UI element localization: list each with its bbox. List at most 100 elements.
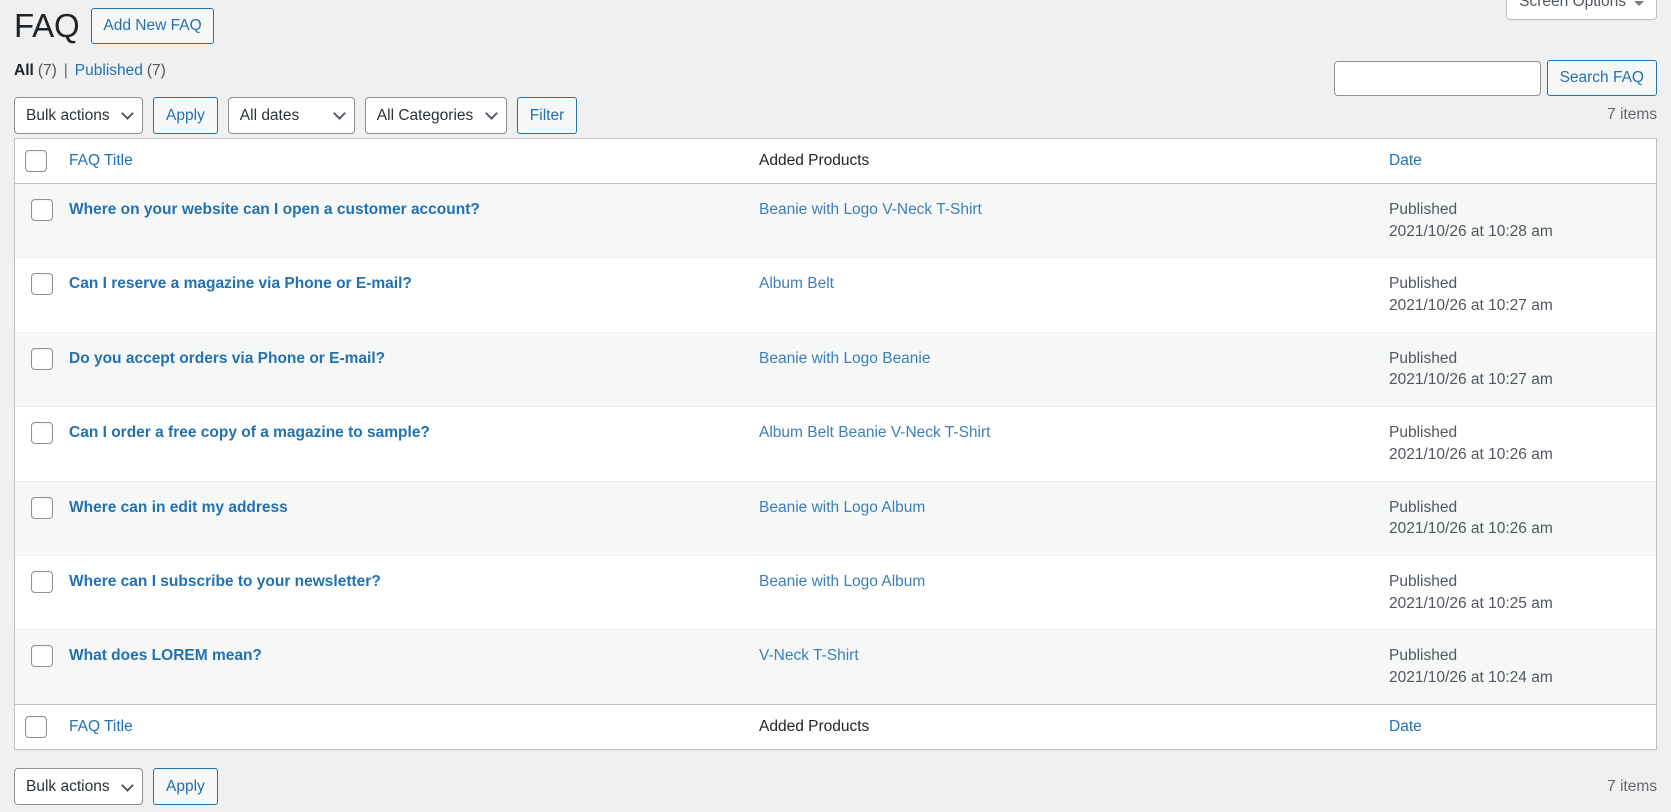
- displaying-num-top: 7 items: [1607, 106, 1657, 123]
- added-products-link[interactable]: Album Belt Beanie V-Neck T-Shirt: [759, 424, 990, 441]
- faq-title-link[interactable]: What does LOREM mean?: [69, 647, 262, 664]
- row-checkbox[interactable]: [31, 570, 53, 593]
- row-timestamp: 2021/10/26 at 10:26 am: [1389, 445, 1553, 463]
- column-header-products-label-top: Added Products: [759, 151, 870, 169]
- apply-button-top[interactable]: Apply: [153, 96, 218, 134]
- row-products-cell: Beanie with Logo Beanie: [749, 331, 1379, 407]
- categories-select-wrap: All Categories: [364, 96, 507, 134]
- search-input[interactable]: [1333, 60, 1541, 96]
- table-foot: FAQ Title Added Products Date: [15, 703, 1656, 749]
- view-published-link[interactable]: Published: [75, 62, 143, 80]
- view-published[interactable]: Published (7): [75, 62, 166, 80]
- screen-options-button[interactable]: Screen Options: [1506, 0, 1657, 20]
- row-checkbox[interactable]: [31, 273, 53, 296]
- row-title-cell: Do you accept orders via Phone or E-mail…: [59, 331, 749, 407]
- row-select-cell: [15, 331, 59, 407]
- faq-title-link[interactable]: Can I reserve a magazine via Phone or E-…: [69, 275, 412, 292]
- row-status: Published: [1389, 572, 1458, 590]
- row-date-cell: Published 2021/10/26 at 10:26 am: [1379, 480, 1656, 555]
- select-all-checkbox-bottom[interactable]: [25, 715, 47, 738]
- row-date-cell: Published 2021/10/26 at 10:24 am: [1379, 629, 1656, 704]
- row-title-cell: Can I reserve a magazine via Phone or E-…: [59, 257, 749, 331]
- chevron-down-icon: [1634, 1, 1644, 6]
- sort-title-link-bottom[interactable]: FAQ Title: [69, 718, 133, 735]
- row-products-cell: Beanie with Logo Album: [749, 480, 1379, 555]
- added-products-link[interactable]: Beanie with Logo Beanie: [759, 350, 931, 367]
- added-products-link[interactable]: V-Neck T-Shirt: [759, 647, 859, 664]
- table-row: Where on your website can I open a custo…: [15, 184, 1656, 258]
- row-date-cell: Published 2021/10/26 at 10:27 am: [1379, 331, 1656, 407]
- table-row: Where can I subscribe to your newsletter…: [15, 554, 1656, 629]
- table-row: Where can in edit my address Beanie with …: [15, 480, 1656, 555]
- column-header-products-bottom: Added Products: [749, 703, 1379, 749]
- row-products-cell: Album Belt: [749, 257, 1379, 331]
- added-products-link[interactable]: Album Belt: [759, 275, 834, 292]
- row-title-cell: What does LOREM mean?: [59, 629, 749, 704]
- column-header-title-top: FAQ Title: [59, 139, 749, 184]
- row-select-cell: [15, 406, 59, 480]
- faq-title-link[interactable]: Where on your website can I open a custo…: [69, 201, 480, 218]
- column-header-date-top: Date: [1379, 139, 1656, 184]
- page-title: FAQ: [14, 6, 80, 44]
- row-timestamp: 2021/10/26 at 10:27 am: [1389, 297, 1553, 315]
- faq-title-link[interactable]: Can I order a free copy of a magazine to…: [69, 424, 430, 441]
- select-all-header-bottom: [15, 703, 59, 749]
- row-timestamp: 2021/10/26 at 10:25 am: [1389, 594, 1553, 612]
- view-all[interactable]: All (7): [14, 62, 57, 80]
- view-all-link[interactable]: All: [14, 62, 34, 80]
- row-checkbox[interactable]: [31, 422, 53, 445]
- row-status: Published: [1389, 275, 1458, 293]
- displaying-num-bottom: 7 items: [1607, 777, 1657, 795]
- views-separator: |: [63, 62, 68, 79]
- row-status: Published: [1389, 498, 1458, 516]
- bulk-actions-select-top[interactable]: Bulk actions: [14, 96, 143, 134]
- row-date-cell: Published 2021/10/26 at 10:28 am: [1379, 184, 1656, 258]
- added-products-link[interactable]: Beanie with Logo Album: [759, 499, 925, 516]
- faq-title-link[interactable]: Where can in edit my address: [69, 499, 288, 516]
- table-body: Where on your website can I open a custo…: [15, 184, 1656, 704]
- faq-title-link[interactable]: Where can I subscribe to your newsletter…: [69, 573, 381, 590]
- row-checkbox[interactable]: [31, 199, 53, 221]
- added-products-link[interactable]: Beanie with Logo V-Neck T-Shirt: [759, 201, 982, 218]
- sort-date-link-top[interactable]: Date: [1389, 152, 1422, 169]
- table-header-row: FAQ Title Added Products Date: [15, 139, 1656, 184]
- view-published-count: (7): [146, 62, 166, 79]
- faq-title-link[interactable]: Do you accept orders via Phone or E-mail…: [69, 350, 385, 367]
- row-select-cell: [15, 629, 59, 704]
- column-header-products-top: Added Products: [749, 139, 1379, 184]
- view-all-count: (7): [37, 62, 57, 79]
- search-box: Search FAQ: [1333, 60, 1657, 96]
- table-footer-row: FAQ Title Added Products Date: [15, 703, 1656, 749]
- row-checkbox[interactable]: [31, 496, 53, 519]
- sort-date-link-bottom[interactable]: Date: [1389, 718, 1422, 735]
- add-new-faq-button[interactable]: Add New FAQ: [91, 7, 214, 45]
- row-date-cell: Published 2021/10/26 at 10:25 am: [1379, 554, 1656, 629]
- table-row: Do you accept orders via Phone or E-mail…: [15, 331, 1656, 407]
- apply-button-bottom[interactable]: Apply: [153, 768, 218, 806]
- row-timestamp: 2021/10/26 at 10:26 am: [1389, 520, 1553, 538]
- screen-options-label: Screen Options: [1519, 0, 1626, 10]
- row-select-cell: [15, 480, 59, 555]
- search-faq-button[interactable]: Search FAQ: [1546, 60, 1657, 96]
- row-checkbox[interactable]: [31, 645, 53, 668]
- bulk-actions-select-wrap-bottom: Bulk actions: [14, 768, 143, 806]
- filter-button[interactable]: Filter: [516, 96, 578, 134]
- dates-filter-select[interactable]: All dates: [227, 96, 355, 134]
- added-products-link[interactable]: Beanie with Logo Album: [759, 573, 925, 590]
- row-products-cell: Beanie with Logo V-Neck T-Shirt: [749, 184, 1379, 258]
- row-products-cell: Beanie with Logo Album: [749, 554, 1379, 629]
- select-all-checkbox-top[interactable]: [25, 150, 47, 172]
- bulk-actions-select-wrap: Bulk actions: [14, 96, 143, 134]
- row-checkbox[interactable]: [31, 347, 53, 370]
- row-title-cell: Can I order a free copy of a magazine to…: [59, 406, 749, 480]
- categories-filter-select[interactable]: All Categories: [364, 96, 507, 134]
- table-row: Can I order a free copy of a magazine to…: [15, 406, 1656, 480]
- row-select-cell: [15, 257, 59, 331]
- bulk-actions-select-bottom[interactable]: Bulk actions: [14, 768, 143, 806]
- bulk-actions-group: Bulk actions Apply All dates All Categor…: [14, 96, 578, 134]
- tablenav-bottom: Bulk actions Apply 7 items: [14, 764, 1657, 810]
- sort-title-link-top[interactable]: FAQ Title: [69, 152, 133, 169]
- table-head: FAQ Title Added Products Date: [15, 139, 1656, 184]
- faq-list-table: FAQ Title Added Products Date Where on y…: [14, 138, 1657, 750]
- admin-page: Screen Options FAQ Add New FAQ All (7) |…: [0, 0, 1671, 812]
